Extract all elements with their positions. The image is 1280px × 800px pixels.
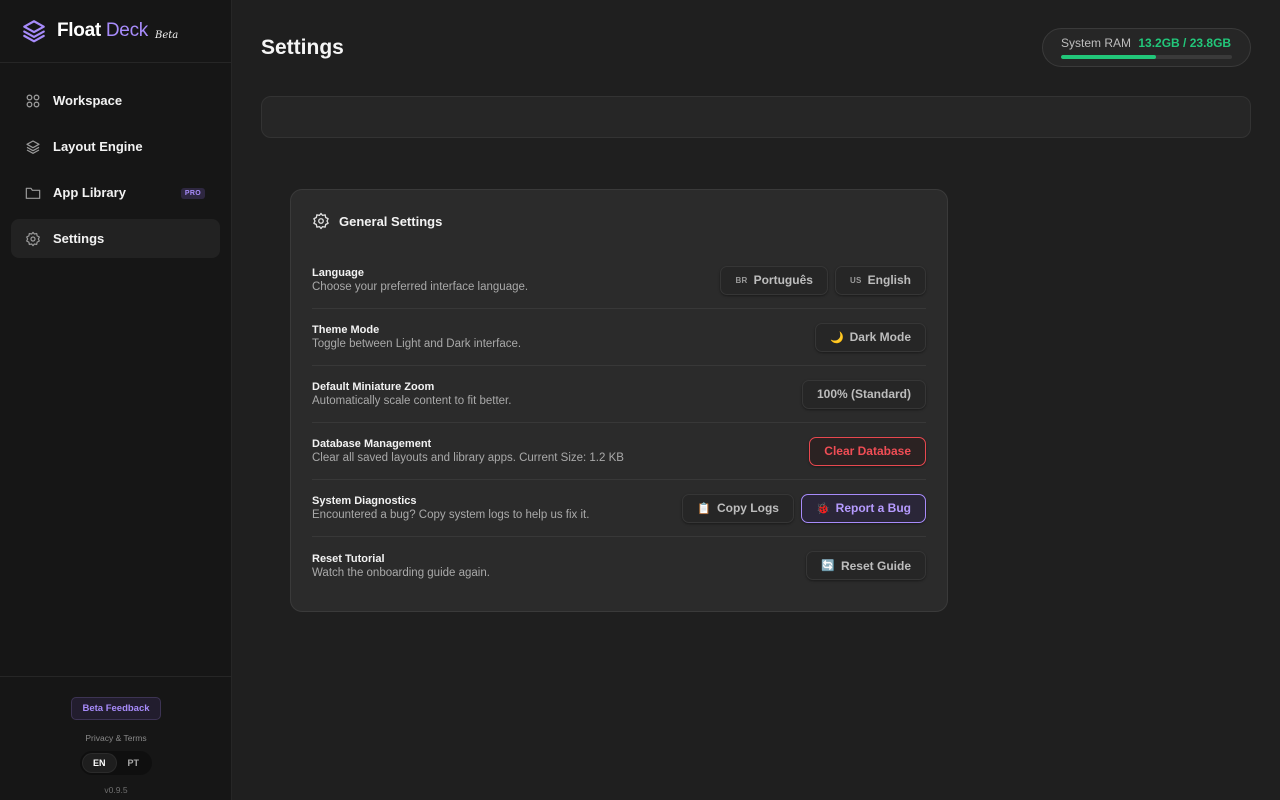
setting-row-theme: Theme Mode Toggle between Light and Dark… bbox=[312, 309, 926, 366]
zoom-select-button[interactable]: 100% (Standard) bbox=[801, 379, 926, 409]
ram-progress-bar bbox=[1061, 55, 1232, 59]
logo-icon bbox=[23, 20, 45, 43]
version-label: v0.9.5 bbox=[104, 785, 128, 795]
setting-title: Theme Mode bbox=[312, 324, 380, 336]
setting-description: Automatically scale content to fit bette… bbox=[312, 395, 512, 407]
setting-title: Language bbox=[312, 267, 364, 279]
clipboard-icon: 📋 bbox=[697, 502, 711, 515]
language-toggle: EN PT bbox=[79, 751, 153, 775]
system-ram-widget: System RAM 13.2GB / 23.8GB bbox=[1042, 28, 1251, 67]
language-english-button[interactable]: US English bbox=[834, 265, 926, 295]
sidebar-item-label: Workspace bbox=[53, 93, 123, 108]
ram-value: 13.2GB / 23.8GB bbox=[1138, 36, 1232, 50]
sidebar-item-label: App Library bbox=[53, 185, 126, 200]
language-portuguese-button[interactable]: BR Português bbox=[720, 265, 828, 295]
reset-guide-button[interactable]: 🔄 Reset Guide bbox=[806, 551, 926, 580]
button-label: English bbox=[867, 273, 911, 287]
setting-title: Default Miniature Zoom bbox=[312, 381, 435, 393]
setting-row-tutorial: Reset Tutorial Watch the onboarding guid… bbox=[312, 537, 926, 594]
setting-row-zoom: Default Miniature Zoom Automatically sca… bbox=[312, 366, 926, 423]
main-content: Settings System RAM 13.2GB / 23.8GB Gene… bbox=[232, 0, 1280, 800]
setting-description: Watch the onboarding guide again. bbox=[312, 566, 490, 579]
ram-progress-fill bbox=[1061, 55, 1156, 59]
grid-icon bbox=[25, 93, 41, 109]
sidebar-item-label: Settings bbox=[53, 231, 105, 246]
top-panel bbox=[261, 96, 1251, 138]
sidebar-item-app-library[interactable]: App Library PRO bbox=[11, 173, 220, 212]
brand-beta-tag: Beta bbox=[154, 29, 179, 41]
button-label: Report a Bug bbox=[835, 501, 911, 515]
setting-title: Reset Tutorial bbox=[312, 552, 385, 565]
us-flag-icon: US bbox=[849, 275, 862, 285]
brand-name-bold: Float bbox=[57, 20, 101, 41]
lang-pt-button[interactable]: PT bbox=[118, 754, 150, 772]
sidebar-nav: Workspace Layout Engine App Library PRO bbox=[0, 63, 231, 265]
page-title: Settings bbox=[261, 36, 344, 59]
setting-description: Choose your preferred interface language… bbox=[312, 281, 529, 293]
button-label: Copy Logs bbox=[716, 501, 779, 515]
general-settings-card: General Settings Language Choose your pr… bbox=[290, 189, 948, 612]
brand[interactable]: Float Deck Beta bbox=[0, 0, 231, 63]
bug-icon: 🐞 bbox=[815, 502, 830, 515]
setting-description: Clear all saved layouts and library apps… bbox=[312, 452, 624, 464]
pro-badge: PRO bbox=[180, 188, 205, 199]
ram-label: System RAM bbox=[1061, 36, 1132, 50]
setting-description: Toggle between Light and Dark interface. bbox=[312, 338, 522, 350]
sidebar-item-label: Layout Engine bbox=[53, 139, 143, 154]
sidebar: Float Deck Beta Workspace Layout Engine … bbox=[0, 0, 232, 800]
setting-title: System Diagnostics bbox=[312, 495, 417, 507]
refresh-icon: 🔄 bbox=[821, 560, 835, 572]
card-header: General Settings bbox=[312, 190, 926, 252]
dark-mode-button[interactable]: 🌙 Dark Mode bbox=[814, 322, 926, 352]
setting-description: Encountered a bug? Copy system logs to h… bbox=[312, 509, 590, 521]
button-label: Dark Mode bbox=[849, 330, 911, 344]
gear-icon bbox=[312, 212, 330, 230]
clear-database-button[interactable]: Clear Database bbox=[809, 436, 926, 466]
copy-logs-button[interactable]: 📋 Copy Logs bbox=[682, 493, 794, 523]
sidebar-item-settings[interactable]: Settings bbox=[11, 219, 220, 258]
brand-name-light: Deck bbox=[105, 20, 148, 41]
folder-icon bbox=[25, 185, 41, 201]
gear-icon bbox=[25, 231, 41, 247]
sidebar-item-workspace[interactable]: Workspace bbox=[11, 81, 220, 120]
br-flag-icon: BR bbox=[735, 275, 748, 285]
button-label: Reset Guide bbox=[840, 558, 911, 573]
privacy-terms-link[interactable]: Privacy & Terms bbox=[85, 733, 146, 743]
setting-row-database: Database Management Clear all saved layo… bbox=[312, 423, 926, 480]
layers-icon bbox=[25, 139, 41, 155]
setting-title: Database Management bbox=[312, 438, 432, 450]
card-title: General Settings bbox=[339, 213, 443, 229]
setting-row-language: Language Choose your preferred interface… bbox=[312, 252, 926, 309]
moon-icon: 🌙 bbox=[829, 331, 844, 344]
beta-feedback-button[interactable]: Beta Feedback bbox=[71, 697, 161, 720]
sidebar-item-layout-engine[interactable]: Layout Engine bbox=[11, 127, 220, 166]
sidebar-footer: Beta Feedback Privacy & Terms EN PT v0.9… bbox=[0, 676, 232, 800]
report-bug-button[interactable]: 🐞 Report a Bug bbox=[800, 493, 926, 523]
setting-row-diagnostics: System Diagnostics Encountered a bug? Co… bbox=[312, 480, 926, 537]
button-label: Português bbox=[753, 273, 813, 287]
lang-en-button[interactable]: EN bbox=[82, 754, 116, 772]
